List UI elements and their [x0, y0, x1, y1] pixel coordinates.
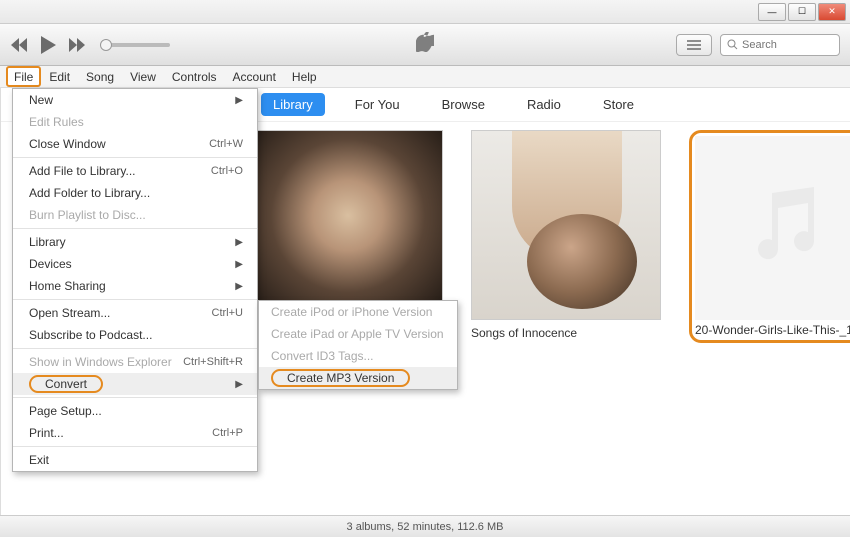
file-menu-item[interactable]: Close WindowCtrl+W — [13, 133, 257, 155]
file-menu-item[interactable]: Add File to Library...Ctrl+O — [13, 160, 257, 182]
album-artwork[interactable] — [471, 130, 661, 320]
menu-bar: File Edit Song View Controls Account Hel… — [0, 66, 850, 88]
album-title: Songs of Innocence — [471, 326, 661, 340]
list-view-button[interactable] — [676, 34, 712, 56]
status-bar: 3 albums, 52 minutes, 112.6 MB — [0, 515, 850, 537]
convert-submenu-item[interactable]: Create MP3 Version — [259, 367, 457, 389]
play-button[interactable] — [38, 35, 58, 55]
volume-slider[interactable] — [100, 43, 170, 47]
window-titlebar: — ☐ ✕ — [0, 0, 850, 24]
menu-edit[interactable]: Edit — [41, 66, 78, 87]
album-item[interactable]: 20-Wonder-Girls-Like-This-_1_ — [689, 130, 850, 343]
search-input[interactable] — [742, 39, 822, 51]
album-title: 20-Wonder-Girls-Like-This-_1_ — [695, 323, 850, 337]
tab-library[interactable]: Library — [261, 93, 325, 116]
search-field[interactable] — [720, 34, 840, 56]
file-menu-item[interactable]: Page Setup... — [13, 400, 257, 422]
file-menu-item[interactable]: Subscribe to Podcast... — [13, 324, 257, 346]
previous-track-button[interactable] — [10, 38, 28, 52]
convert-submenu-item: Convert ID3 Tags... — [259, 345, 457, 367]
file-menu-item[interactable]: Add Folder to Library... — [13, 182, 257, 204]
file-menu-item[interactable]: Print...Ctrl+P — [13, 422, 257, 444]
menu-song[interactable]: Song — [78, 66, 122, 87]
window-close-button[interactable]: ✕ — [818, 3, 846, 21]
tab-for-you[interactable]: For You — [343, 93, 412, 116]
file-menu-item[interactable]: Home Sharing▶ — [13, 275, 257, 297]
album-artwork-placeholder[interactable] — [695, 136, 850, 320]
file-menu-item[interactable]: New▶ — [13, 89, 257, 111]
album-artwork[interactable] — [253, 130, 443, 320]
file-menu-item: Show in Windows ExplorerCtrl+Shift+R — [13, 351, 257, 373]
apple-logo-icon — [416, 32, 434, 57]
tab-radio[interactable]: Radio — [515, 93, 573, 116]
file-menu-item: Burn Playlist to Disc... — [13, 204, 257, 226]
menu-account[interactable]: Account — [225, 66, 284, 87]
window-maximize-button[interactable]: ☐ — [788, 3, 816, 21]
convert-submenu: Create iPod or iPhone VersionCreate iPad… — [258, 300, 458, 390]
file-menu-dropdown: New▶Edit RulesClose WindowCtrl+W Add File… — [12, 88, 258, 472]
next-track-button[interactable] — [68, 38, 86, 52]
menu-file[interactable]: File — [6, 66, 41, 87]
file-menu-item[interactable]: Open Stream...Ctrl+U — [13, 302, 257, 324]
convert-submenu-item: Create iPod or iPhone Version — [259, 301, 457, 323]
window-minimize-button[interactable]: — — [758, 3, 786, 21]
menu-help[interactable]: Help — [284, 66, 325, 87]
album-item[interactable]: Songs of Innocence — [471, 130, 661, 343]
tab-store[interactable]: Store — [591, 93, 646, 116]
file-menu-item[interactable]: Devices▶ — [13, 253, 257, 275]
player-toolbar — [0, 24, 850, 66]
tab-browse[interactable]: Browse — [430, 93, 497, 116]
file-menu-item[interactable]: Convert▶ — [13, 373, 257, 395]
menu-controls[interactable]: Controls — [164, 66, 225, 87]
file-menu-item: Edit Rules — [13, 111, 257, 133]
volume-knob[interactable] — [100, 39, 112, 51]
file-menu-item[interactable]: Library▶ — [13, 231, 257, 253]
search-icon — [727, 39, 738, 50]
music-note-icon — [742, 183, 832, 273]
convert-submenu-item: Create iPad or Apple TV Version — [259, 323, 457, 345]
file-menu-item[interactable]: Exit — [13, 449, 257, 471]
menu-view[interactable]: View — [122, 66, 164, 87]
